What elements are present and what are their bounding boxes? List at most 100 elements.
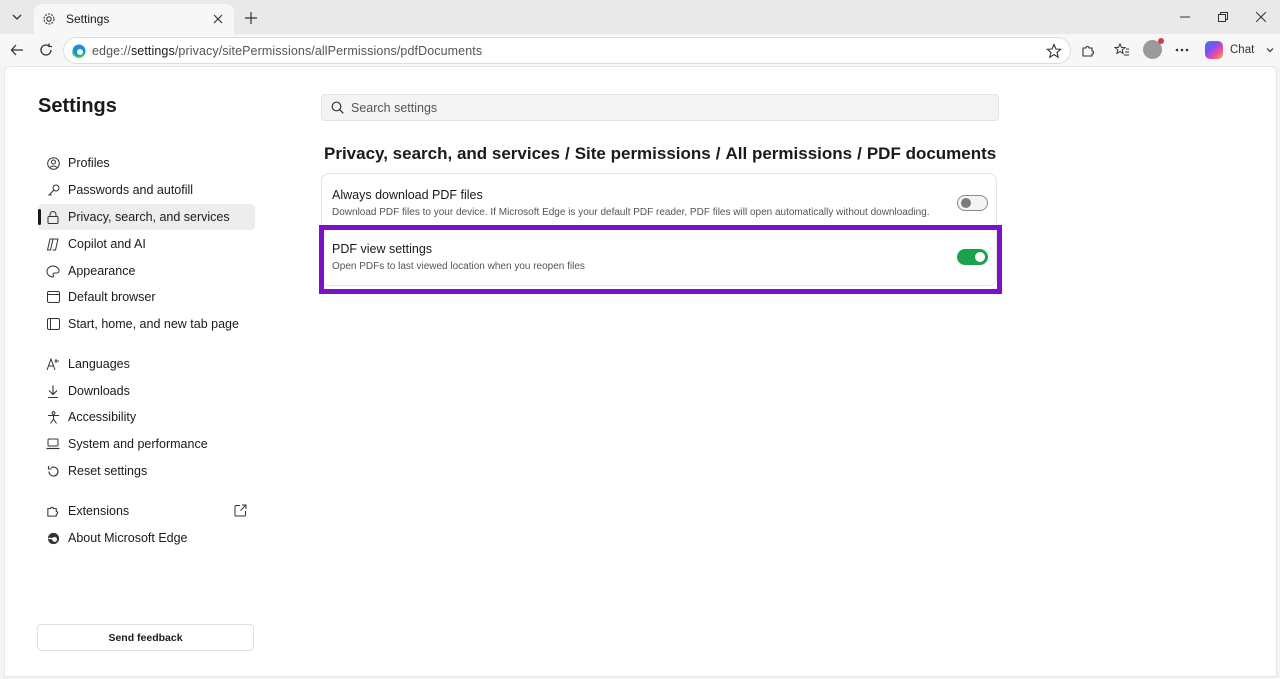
sidebar-item-about[interactable]: About Microsoft Edge: [38, 525, 255, 551]
more-options-button[interactable]: [1172, 40, 1192, 60]
reset-icon: [46, 464, 60, 478]
home-icon: [46, 317, 60, 331]
favorites-button[interactable]: [1112, 40, 1132, 60]
more-dots-icon: [1175, 48, 1189, 52]
laptop-icon: [46, 437, 60, 451]
sidebar-item-label: Downloads: [68, 384, 130, 398]
edge-icon: [46, 531, 60, 545]
puzzle-icon: [1081, 45, 1094, 57]
breadcrumb-all-permissions[interactable]: All permissions: [726, 144, 853, 163]
sidebar-item-languages[interactable]: Languages: [38, 351, 255, 377]
palette-icon: [46, 264, 60, 278]
sidebar-item-label: Reset settings: [68, 464, 148, 478]
url-host: settings: [130, 43, 175, 58]
sidebar-item-label: Start, home, and new tab page: [68, 317, 239, 331]
profile-avatar[interactable]: [1143, 38, 1164, 59]
restore-icon: [1218, 12, 1228, 22]
sidebar-item-copilot[interactable]: Copilot and AI: [38, 231, 255, 257]
sidebar-item-label: System and performance: [68, 437, 208, 451]
tab-actions-menu-button[interactable]: [6, 7, 28, 27]
chevron-down-icon: [12, 14, 22, 20]
close-icon: [1256, 12, 1266, 22]
search-settings-input[interactable]: Search settings: [321, 94, 999, 121]
sidebar-item-label: Passwords and autofill: [68, 183, 194, 197]
setting-row-always-download: Always download PDF files Download PDF f…: [322, 174, 998, 228]
plus-icon: [245, 12, 257, 24]
setting-title: Always download PDF files: [332, 188, 483, 202]
accessibility-icon: [46, 410, 60, 424]
chevron-down-icon: [1266, 48, 1274, 53]
breadcrumb-pdf-documents: PDF documents: [866, 144, 997, 163]
sidebar-item-default-browser[interactable]: Default browser: [38, 284, 255, 310]
chat-label: Chat: [1230, 44, 1255, 56]
sidebar-item-label: Copilot and AI: [68, 237, 146, 251]
search-icon: [331, 101, 344, 114]
sidebar-item-start-home[interactable]: Start, home, and new tab page: [38, 311, 255, 337]
extensions-button[interactable]: [1078, 40, 1098, 60]
tab-title: Settings: [66, 12, 110, 26]
new-tab-button[interactable]: [241, 8, 261, 28]
breadcrumb: Privacy, search, and services / Site permi…: [324, 144, 996, 164]
refresh-icon: [40, 43, 52, 56]
setting-description: Download PDF files to your device. If Mi…: [332, 207, 930, 218]
sidebar-item-label: Default browser: [68, 290, 156, 304]
breadcrumb-separator: /: [857, 144, 862, 163]
sidebar-item-label: About Microsoft Edge: [68, 531, 188, 545]
breadcrumb-privacy[interactable]: Privacy, search, and services: [324, 144, 560, 163]
favorites-list-icon: [1114, 42, 1129, 55]
url-prefix: edge://: [92, 43, 131, 58]
minimize-button[interactable]: [1175, 8, 1195, 26]
sidebar-item-profiles[interactable]: Profiles: [38, 150, 255, 176]
search-placeholder: Search settings: [351, 100, 438, 115]
sidebar-item-accessibility[interactable]: Accessibility: [38, 404, 255, 430]
back-arrow-icon: [10, 44, 23, 56]
browser-icon: [46, 290, 60, 304]
refresh-button[interactable]: [36, 40, 56, 60]
url-path: /privacy/sitePermissions/allPermissions/…: [174, 43, 483, 58]
sidebar-item-extensions[interactable]: Extensions: [38, 498, 255, 524]
breadcrumb-separator: /: [715, 144, 721, 163]
edge-icon: [72, 44, 86, 58]
language-icon: [46, 357, 60, 371]
copilot-icon: [1205, 41, 1223, 59]
highlight-box: [319, 225, 1002, 294]
download-icon: [46, 384, 60, 398]
key-icon: [46, 183, 60, 197]
external-link-icon: [234, 504, 247, 517]
sidebar-item-system[interactable]: System and performance: [38, 431, 255, 457]
extensions-icon: [46, 504, 60, 518]
sidebar-item-downloads[interactable]: Downloads: [38, 378, 255, 404]
lock-icon: [46, 210, 60, 224]
send-feedback-button[interactable]: Send feedback: [37, 624, 254, 651]
browser-toolbar: edge://settings/privacy/sitePermissions/…: [0, 34, 1280, 66]
sidebar-item-label: Appearance: [68, 264, 136, 278]
sidebar-item-label: Privacy, search, and services: [68, 210, 230, 224]
settings-page: Settings Profiles Passwords and autofill…: [4, 66, 1277, 677]
copilot-icon: [46, 237, 60, 251]
minimize-icon: [1180, 16, 1190, 18]
sidebar-item-label: Extensions: [68, 504, 130, 518]
favorite-star-icon[interactable]: [1046, 43, 1062, 59]
title-bar: Settings: [0, 0, 1280, 34]
breadcrumb-site-permissions[interactable]: Site permissions: [575, 144, 711, 163]
sidebar-item-label: Languages: [68, 357, 130, 371]
sidebar-item-privacy[interactable]: Privacy, search, and services: [38, 204, 255, 230]
sidebar-item-label: Accessibility: [68, 410, 137, 424]
profile-icon: [46, 156, 60, 170]
sidebar-item-passwords[interactable]: Passwords and autofill: [38, 177, 255, 203]
copilot-chat-button[interactable]: Chat: [1201, 38, 1279, 62]
toggle-knob: [961, 198, 971, 208]
url-text: edge://settings/privacy/sitePermissions/…: [92, 44, 482, 58]
back-button[interactable]: [7, 40, 27, 60]
sidebar-item-reset[interactable]: Reset settings: [38, 458, 255, 484]
address-bar[interactable]: edge://settings/privacy/sitePermissions/…: [63, 37, 1071, 64]
close-icon[interactable]: [210, 11, 226, 27]
close-window-button[interactable]: [1251, 8, 1271, 26]
tab-settings[interactable]: Settings: [34, 4, 234, 34]
sidebar-item-label: Profiles: [68, 156, 110, 170]
always-download-toggle[interactable]: [957, 195, 988, 211]
restore-button[interactable]: [1213, 8, 1233, 26]
breadcrumb-separator: /: [564, 144, 570, 163]
sidebar-item-appearance[interactable]: Appearance: [38, 258, 255, 284]
settings-heading: Settings: [38, 95, 117, 117]
